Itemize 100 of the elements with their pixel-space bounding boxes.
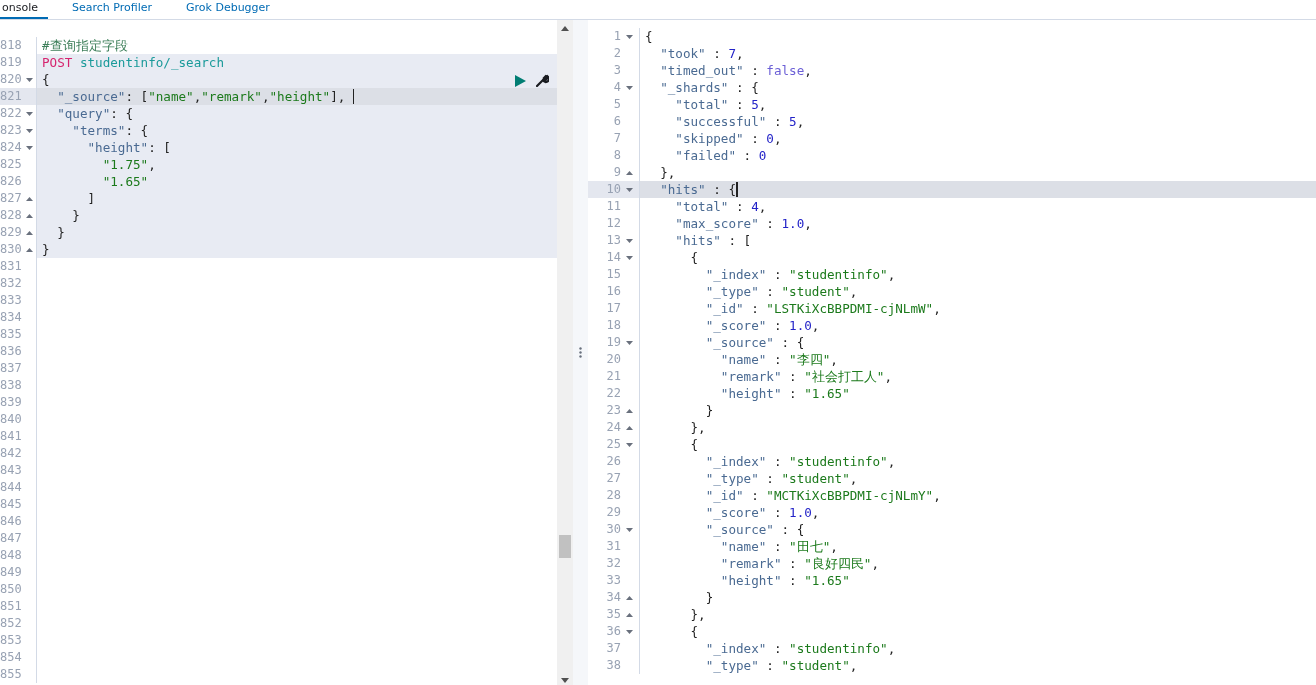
string-value: "student" xyxy=(781,657,850,674)
line-number: 23 xyxy=(606,402,621,419)
fold-arrow-icon[interactable] xyxy=(626,340,633,345)
punctuation: : xyxy=(750,487,760,504)
fold-arrow-icon[interactable] xyxy=(25,111,33,116)
scrollbar[interactable] xyxy=(557,20,573,685)
number-value: 4 xyxy=(751,198,759,215)
fold-arrow-icon[interactable] xyxy=(626,255,633,260)
punctuation: , xyxy=(736,45,744,62)
scroll-up-icon[interactable] xyxy=(561,26,569,31)
line-number: 824 xyxy=(0,139,22,156)
json-key: "took" xyxy=(645,45,706,62)
fold-arrow-icon[interactable] xyxy=(25,145,33,150)
unfold-arrow-icon[interactable] xyxy=(25,247,33,252)
fold-arrow-icon[interactable] xyxy=(626,527,633,532)
punctuation: : [ xyxy=(148,139,171,156)
unfold-arrow-icon[interactable] xyxy=(626,595,633,600)
punctuation: : xyxy=(712,45,722,62)
punctuation: : xyxy=(788,572,798,589)
string-value: "studentinfo" xyxy=(789,266,888,283)
line-number: 849 xyxy=(0,564,22,581)
fold-arrow-icon[interactable] xyxy=(626,442,633,447)
unfold-arrow-icon[interactable] xyxy=(25,230,33,235)
line-number: 830 xyxy=(0,241,22,258)
punctuation: }, xyxy=(659,164,676,181)
scrollbar-thumb[interactable] xyxy=(559,535,571,558)
json-key: "_score" xyxy=(645,504,767,521)
play-icon[interactable] xyxy=(515,74,526,87)
line-number: 853 xyxy=(0,632,22,649)
json-key: "failed" xyxy=(645,147,736,164)
json-key: "query" xyxy=(42,105,111,122)
punctuation: , xyxy=(887,640,896,657)
punctuation: , xyxy=(830,351,838,368)
unfold-arrow-icon[interactable] xyxy=(626,612,633,617)
string-value: "1.75" xyxy=(101,156,149,173)
line-number: 5 xyxy=(613,96,621,113)
json-key: "skipped" xyxy=(645,130,744,147)
http-method: POST xyxy=(42,54,73,71)
unfold-arrow-icon[interactable] xyxy=(25,196,33,201)
line-number: 34 xyxy=(606,589,621,606)
wrench-icon[interactable] xyxy=(536,74,549,87)
line-number: 822 xyxy=(0,105,22,122)
punctuation: } xyxy=(704,589,714,606)
tab[interactable]: Search Profiler xyxy=(62,0,162,19)
fold-arrow-icon[interactable] xyxy=(25,128,33,133)
number-value: 0 xyxy=(766,130,774,147)
punctuation: , xyxy=(804,62,812,79)
line-number: 38 xyxy=(606,657,621,674)
line-number: 855 xyxy=(0,666,22,683)
scroll-down-icon[interactable] xyxy=(561,678,569,683)
punctuation: : xyxy=(772,351,783,368)
line-number: 838 xyxy=(0,377,22,394)
line-number: 842 xyxy=(0,445,22,462)
punctuation: { xyxy=(689,249,699,266)
string-value: "student" xyxy=(781,283,850,300)
fold-arrow-icon[interactable] xyxy=(626,629,633,634)
punctuation: { xyxy=(645,28,653,45)
punctuation: } xyxy=(71,207,80,224)
line-number: 37 xyxy=(606,640,621,657)
punctuation: } xyxy=(42,241,50,258)
line-number: 3 xyxy=(613,62,621,79)
json-key: "hits" xyxy=(645,181,706,198)
unfold-arrow-icon[interactable] xyxy=(626,408,633,413)
string-value: "田七" xyxy=(789,538,831,555)
string-value: "student" xyxy=(781,470,850,487)
unfold-arrow-icon[interactable] xyxy=(626,425,633,430)
request-path: studentinfo/_search xyxy=(78,54,224,71)
line-number: 15 xyxy=(606,266,621,283)
number-value: 5 xyxy=(789,113,797,130)
line-number: 818 xyxy=(0,37,22,54)
tab[interactable]: onsole xyxy=(0,0,48,19)
punctuation: : xyxy=(750,62,760,79)
line-number: 4 xyxy=(613,79,621,96)
fold-arrow-icon[interactable] xyxy=(626,34,633,39)
fold-arrow-icon[interactable] xyxy=(626,85,633,90)
fold-arrow-icon[interactable] xyxy=(626,238,633,243)
json-key: "height" xyxy=(645,572,782,589)
unfold-arrow-icon[interactable] xyxy=(25,213,33,218)
line-number: 841 xyxy=(0,428,22,445)
punctuation: , xyxy=(849,470,858,487)
fold-arrow-icon[interactable] xyxy=(626,187,633,192)
line-number: 30 xyxy=(606,521,621,538)
fold-arrow-icon[interactable] xyxy=(25,77,33,82)
punctuation: : xyxy=(772,453,783,470)
json-key: "terms" xyxy=(42,122,126,139)
line-number: 826 xyxy=(0,173,22,190)
json-key: "remark" xyxy=(645,368,782,385)
number-value: 1.0 xyxy=(781,215,805,232)
punctuation: { xyxy=(42,71,50,88)
unfold-arrow-icon[interactable] xyxy=(626,170,633,175)
drag-handle-icon[interactable] xyxy=(579,347,582,358)
line-number: 820 xyxy=(0,71,22,88)
json-key: "successful" xyxy=(645,113,767,130)
line-number: 11 xyxy=(606,198,621,215)
json-key: "_type" xyxy=(645,283,759,300)
line-number: 828 xyxy=(0,207,22,224)
line-number: 846 xyxy=(0,513,22,530)
tab[interactable]: Grok Debugger xyxy=(176,0,280,19)
punctuation: : { xyxy=(780,521,805,538)
punctuation: , xyxy=(811,317,820,334)
